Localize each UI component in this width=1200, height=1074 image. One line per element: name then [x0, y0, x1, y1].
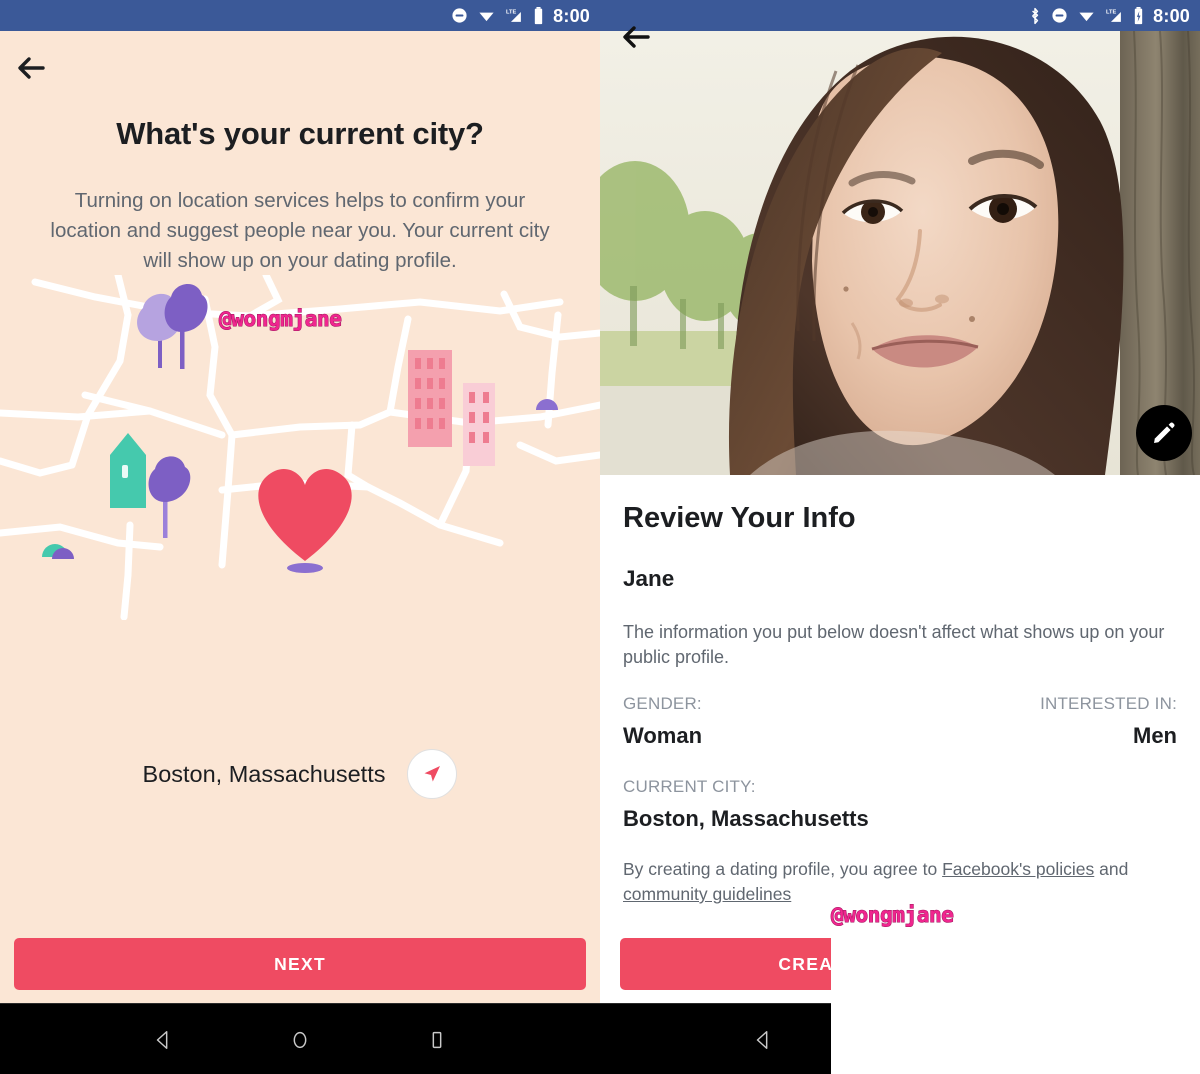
navigation-arrow-icon	[424, 766, 441, 782]
page-subtitle: Turning on location services helps to co…	[50, 189, 550, 272]
lte-signal-icon: LTE	[1106, 9, 1122, 22]
next-button[interactable]: NEXT	[14, 938, 586, 990]
status-bar-right: LTE 8:00	[600, 0, 1200, 31]
pencil-icon	[1154, 422, 1175, 443]
current-city-row: Boston, Massachusetts	[0, 735, 600, 813]
status-bar-left: LTE 8:00	[0, 0, 600, 31]
building-small	[463, 383, 495, 466]
community-guidelines-link[interactable]: community guidelines	[623, 884, 791, 904]
back-arrow-icon	[623, 26, 650, 48]
back-triangle-icon	[157, 1030, 168, 1049]
nav-home-button[interactable]	[278, 1018, 322, 1062]
current-city-value: Boston, Massachusetts	[142, 760, 386, 787]
current-city-value[interactable]: Boston, Massachusetts	[623, 806, 869, 832]
interested-in-value[interactable]: Men	[1133, 723, 1177, 749]
status-time-left: 8:00	[553, 5, 590, 26]
battery-charging-icon	[1134, 6, 1143, 24]
svg-text:LTE: LTE	[1106, 9, 1116, 15]
status-time-right: 8:00	[1153, 5, 1190, 26]
watermark-form: @wongmjane	[831, 903, 1200, 1074]
current-city-label: CURRENT CITY:	[623, 777, 756, 796]
battery-icon	[534, 6, 543, 24]
app-screenshot: LTE 8:00 LTE 8:00 What's your current ci…	[0, 0, 1200, 1074]
dnd-icon	[452, 8, 467, 23]
gender-label: GENDER:	[623, 694, 702, 713]
terms-prefix: By creating a dating profile, you agree …	[623, 859, 943, 879]
back-button-left[interactable]	[8, 45, 54, 91]
back-arrow-icon	[18, 57, 45, 79]
facebook-policies-link[interactable]: Facebook's policies	[942, 859, 1094, 879]
interested-in-label: INTERESTED IN:	[1040, 694, 1177, 713]
bluetooth-icon	[1032, 7, 1039, 24]
wifi-icon	[1079, 12, 1094, 22]
use-my-location-button[interactable]	[407, 749, 458, 799]
watermark-map: @wongmjane	[218, 307, 342, 332]
dnd-icon	[1052, 8, 1067, 23]
back-button-right[interactable]	[613, 14, 659, 60]
lte-signal-icon: LTE	[506, 9, 522, 22]
svg-text:LTE: LTE	[506, 9, 516, 15]
terms-middle: and	[1094, 859, 1129, 879]
android-nav-left	[0, 1004, 600, 1074]
wifi-icon	[479, 12, 494, 22]
profile-name: Jane	[623, 566, 675, 591]
gender-value[interactable]: Woman	[623, 723, 702, 749]
page-title: What's your current city?	[116, 116, 484, 151]
home-circle-icon	[293, 1031, 307, 1048]
nav-recents-button[interactable]	[415, 1018, 459, 1062]
building-large	[408, 350, 452, 447]
profile-photo[interactable]	[600, 31, 1200, 475]
nav-back-button[interactable]	[741, 1018, 785, 1062]
recents-square-icon	[432, 1031, 442, 1048]
nav-back-button[interactable]	[141, 1018, 185, 1062]
left-screen-city-picker: What's your current city? Turning on loc…	[0, 31, 600, 1003]
back-triangle-icon	[757, 1030, 768, 1049]
terms-text: By creating a dating profile, you agree …	[623, 857, 1183, 907]
form-title: Review Your Info	[623, 502, 856, 534]
form-description: The information you put below doesn't af…	[623, 622, 1165, 667]
edit-photo-button[interactable]	[1136, 405, 1192, 461]
